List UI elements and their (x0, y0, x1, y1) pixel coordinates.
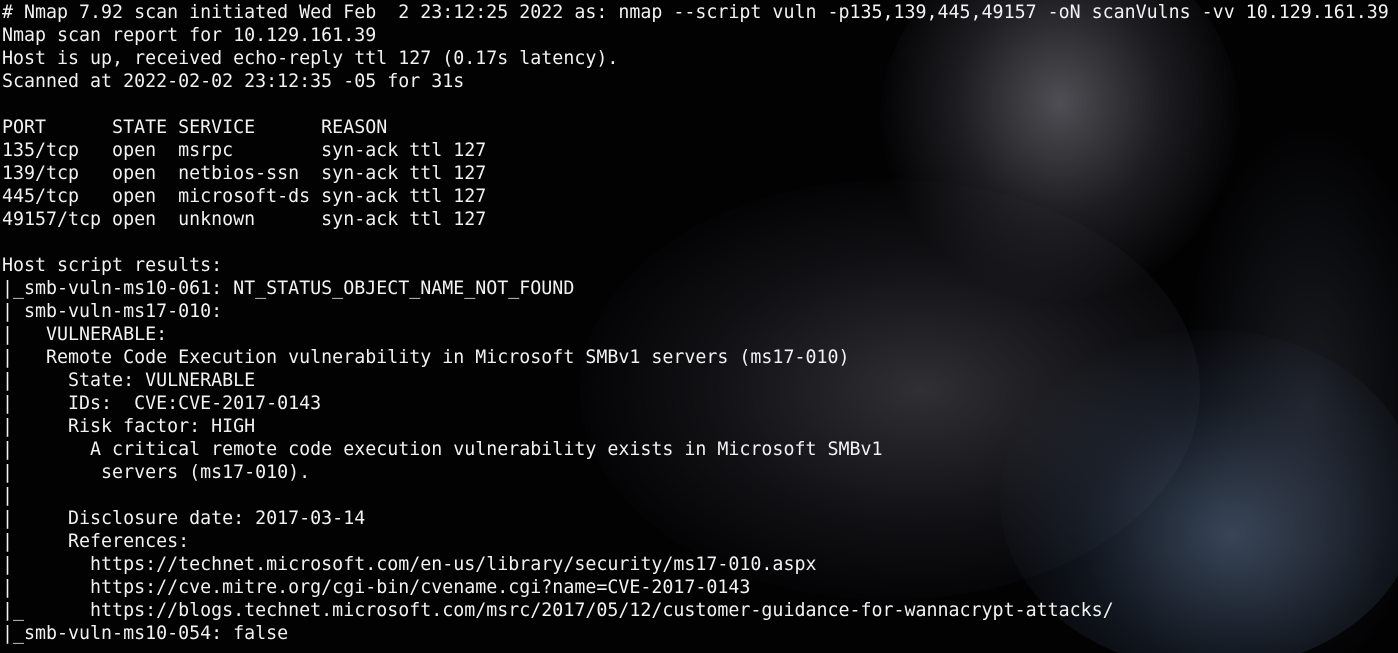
port-row: 139/tcp open netbios-ssn syn-ack ttl 127 (2, 163, 487, 184)
script-result-line: | State: VULNERABLE (2, 370, 256, 391)
host-status-line: Host is up, received echo-reply ttl 127 … (2, 48, 619, 69)
terminal-output: # Nmap 7.92 scan initiated Wed Feb 2 23:… (0, 0, 1398, 645)
port-row: 445/tcp open microsoft-ds syn-ack ttl 12… (2, 186, 487, 207)
script-results-heading: Host script results: (2, 255, 223, 276)
script-result-line: | (2, 485, 14, 506)
reference-link-line: | https://cve.mitre.org/cgi-bin/cvename.… (2, 577, 751, 598)
script-result-line: | Risk factor: HIGH (2, 416, 256, 437)
reference-link-line: |_ https://blogs.technet.microsoft.com/m… (2, 600, 1114, 621)
script-result-line: | smb-vuln-ms17-010: (2, 301, 223, 322)
terminal-window[interactable]: # Nmap 7.92 scan initiated Wed Feb 2 23:… (0, 0, 1398, 653)
scan-header-line: # Nmap 7.92 scan initiated Wed Feb 2 23:… (2, 2, 1389, 23)
script-result-line: | servers (ms17-010). (2, 462, 311, 483)
scan-time-line: Scanned at 2022-02-02 23:12:35 -05 for 3… (2, 71, 465, 92)
script-result-line: | IDs: CVE:CVE-2017-0143 (2, 393, 322, 414)
port-row: 49157/tcp open unknown syn-ack ttl 127 (2, 209, 487, 230)
script-result-line: | Disclosure date: 2017-03-14 (2, 508, 366, 529)
script-result-line: |_smb-vuln-ms10-054: false (2, 623, 289, 644)
scan-report-line: Nmap scan report for 10.129.161.39 (2, 25, 377, 46)
script-result-line: | VULNERABLE: (2, 324, 168, 345)
script-result-line: | References: (2, 531, 190, 552)
script-result-line: | Remote Code Execution vulnerability in… (2, 347, 850, 368)
script-result-line: | A critical remote code execution vulne… (2, 439, 883, 460)
script-result-line: |_smb-vuln-ms10-061: NT_STATUS_OBJECT_NA… (2, 278, 575, 299)
reference-link-line: | https://technet.microsoft.com/en-us/li… (2, 554, 817, 575)
port-row: 135/tcp open msrpc syn-ack ttl 127 (2, 140, 487, 161)
port-table-header: PORT STATE SERVICE REASON (2, 117, 388, 138)
